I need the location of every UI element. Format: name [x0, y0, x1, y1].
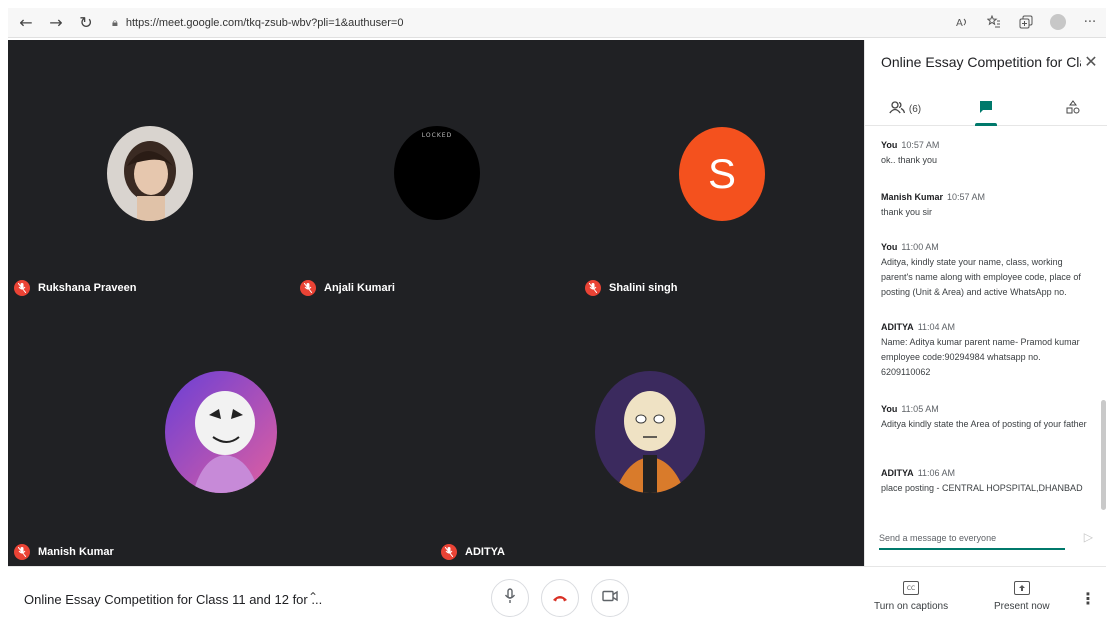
mic-toggle-button[interactable] [491, 579, 529, 617]
meeting-title[interactable]: Online Essay Competition for Class 11 an… [24, 592, 322, 607]
activities-icon [1066, 99, 1080, 119]
mic-off-icon [14, 544, 30, 560]
avatar [107, 126, 193, 221]
message-time: 11:05 AM [901, 404, 939, 414]
present-icon [1013, 581, 1030, 595]
message-sender: You [881, 242, 898, 252]
chat-message: ADITYA 11:04 AM Name: Aditya kumar parent… [881, 322, 1089, 380]
participant-name: Shalini singh [609, 282, 678, 294]
participant-name: Rukshana Praveen [38, 282, 137, 294]
url-text: https://meet.google.com/tkq-zsub-wbv?pli… [125, 16, 404, 29]
chat-message: You 10:57 AM ok.. thank you [881, 140, 1089, 168]
people-icon [889, 101, 905, 117]
message-text: Aditya kindly state the Area of posting … [881, 419, 1087, 429]
more-menu-icon[interactable]: ··· [1080, 11, 1100, 33]
participant-tile[interactable]: LOCKED Anjali Kumari [294, 40, 579, 302]
lock-icon: 🔒︎ [112, 15, 118, 29]
message-time: 10:57 AM [947, 192, 986, 202]
message-text: place posting - CENTRAL HOPSPITAL,DHANBA… [881, 483, 1083, 493]
message-sender: ADITYA [881, 322, 914, 332]
avatar [595, 371, 705, 493]
collections-icon[interactable] [1016, 11, 1036, 33]
participant-name: Anjali Kumari [324, 282, 395, 294]
avatar-initial: S [707, 150, 736, 197]
message-time: 11:04 AM [917, 322, 956, 332]
address-bar[interactable]: 🔒︎ https://meet.google.com/tkq-zsub-wbv?… [112, 16, 403, 30]
message-text: Aditya, kindly state your name, class, w… [881, 257, 1081, 297]
present-now-button[interactable]: Present now [994, 581, 1050, 612]
message-text: thank you sir [881, 207, 933, 217]
message-time: 10:57 AM [901, 140, 940, 150]
chat-panel: Online Essay Competition for Cla... ✕ (6… [864, 40, 1107, 566]
participant-tile[interactable]: Rukshana Praveen [8, 40, 293, 302]
participant-name: ADITYA [465, 546, 505, 558]
svg-text:A: A [956, 18, 963, 29]
favorites-icon[interactable] [984, 11, 1004, 33]
browser-toolbar: ← → ↻ 🔒︎ https://meet.google.com/tkq-zsu… [8, 8, 1106, 38]
chat-message: Manish Kumar 10:57 AM thank you sir [881, 192, 1089, 220]
microphone-icon [504, 587, 516, 609]
message-time: 11:00 AM [901, 242, 939, 252]
mic-off-icon [585, 280, 601, 296]
captions-button[interactable]: CC Turn on captions [874, 581, 948, 612]
message-text: ok.. thank you [881, 155, 938, 165]
hang-up-icon [552, 589, 568, 607]
back-arrow-icon[interactable]: ← [14, 11, 38, 35]
send-message-area: ▷ [879, 528, 1093, 552]
chevron-up-icon[interactable]: ⌃ [308, 590, 318, 604]
forward-arrow-icon[interactable]: → [44, 11, 68, 35]
people-count: (6) [908, 103, 922, 115]
participant-tile[interactable]: Manish Kumar [8, 303, 435, 566]
chat-message: ADITYA 11:06 AM place posting - CENTRAL H… [881, 468, 1089, 496]
close-icon[interactable]: ✕ [1082, 52, 1100, 71]
participant-tile[interactable]: S Shalini singh [579, 40, 864, 302]
panel-tabs: (6) [865, 92, 1107, 126]
present-label: Present now [994, 601, 1050, 612]
message-text: Name: Aditya kumar parent name- Pramod k… [881, 337, 1080, 377]
mic-off-icon [14, 280, 30, 296]
message-list: You 10:57 AM ok.. thank you Manish Kumar 1… [865, 136, 1101, 512]
reload-icon[interactable]: ↻ [74, 11, 98, 35]
chat-message: You 11:05 AM Aditya kindly state the Area… [881, 404, 1089, 432]
mic-off-icon [441, 544, 457, 560]
chat-icon [979, 100, 993, 119]
avatar: S [679, 127, 765, 221]
tab-chat[interactable] [971, 92, 1001, 126]
read-aloud-icon[interactable]: A [952, 11, 972, 33]
message-sender: You [881, 140, 898, 150]
leave-call-button[interactable] [541, 579, 579, 617]
video-grid: Rukshana Praveen LOCKED Anjali Kumari S … [8, 40, 864, 566]
tab-people[interactable]: (6) [885, 92, 925, 126]
participant-tile[interactable]: ADITYA [435, 303, 864, 566]
camera-icon [602, 589, 618, 607]
message-sender: Manish Kumar [881, 192, 944, 202]
avatar-overlay-text: LOCKED [421, 132, 453, 139]
more-options-icon[interactable]: ⋮ [1080, 589, 1096, 608]
mic-off-icon [300, 280, 316, 296]
panel-title: Online Essay Competition for Cla... [881, 54, 1081, 70]
avatar: LOCKED [394, 126, 480, 220]
message-sender: ADITYA [881, 468, 914, 478]
chat-message: You 11:00 AM Aditya, kindly state your na… [881, 242, 1089, 300]
chat-scrollbar[interactable] [1101, 400, 1106, 510]
bottom-control-bar: Online Essay Competition for Class 11 an… [8, 566, 1106, 626]
message-input[interactable] [879, 528, 1065, 550]
avatar [165, 371, 277, 493]
camera-toggle-button[interactable] [591, 579, 629, 617]
message-sender: You [881, 404, 898, 414]
captions-label: Turn on captions [874, 601, 949, 612]
tab-activities[interactable] [1059, 92, 1087, 126]
participant-name: Manish Kumar [38, 546, 114, 558]
profile-avatar[interactable] [1048, 11, 1068, 33]
send-icon[interactable]: ▷ [1084, 530, 1093, 544]
message-time: 11:06 AM [917, 468, 956, 478]
captions-icon: CC [903, 581, 920, 595]
